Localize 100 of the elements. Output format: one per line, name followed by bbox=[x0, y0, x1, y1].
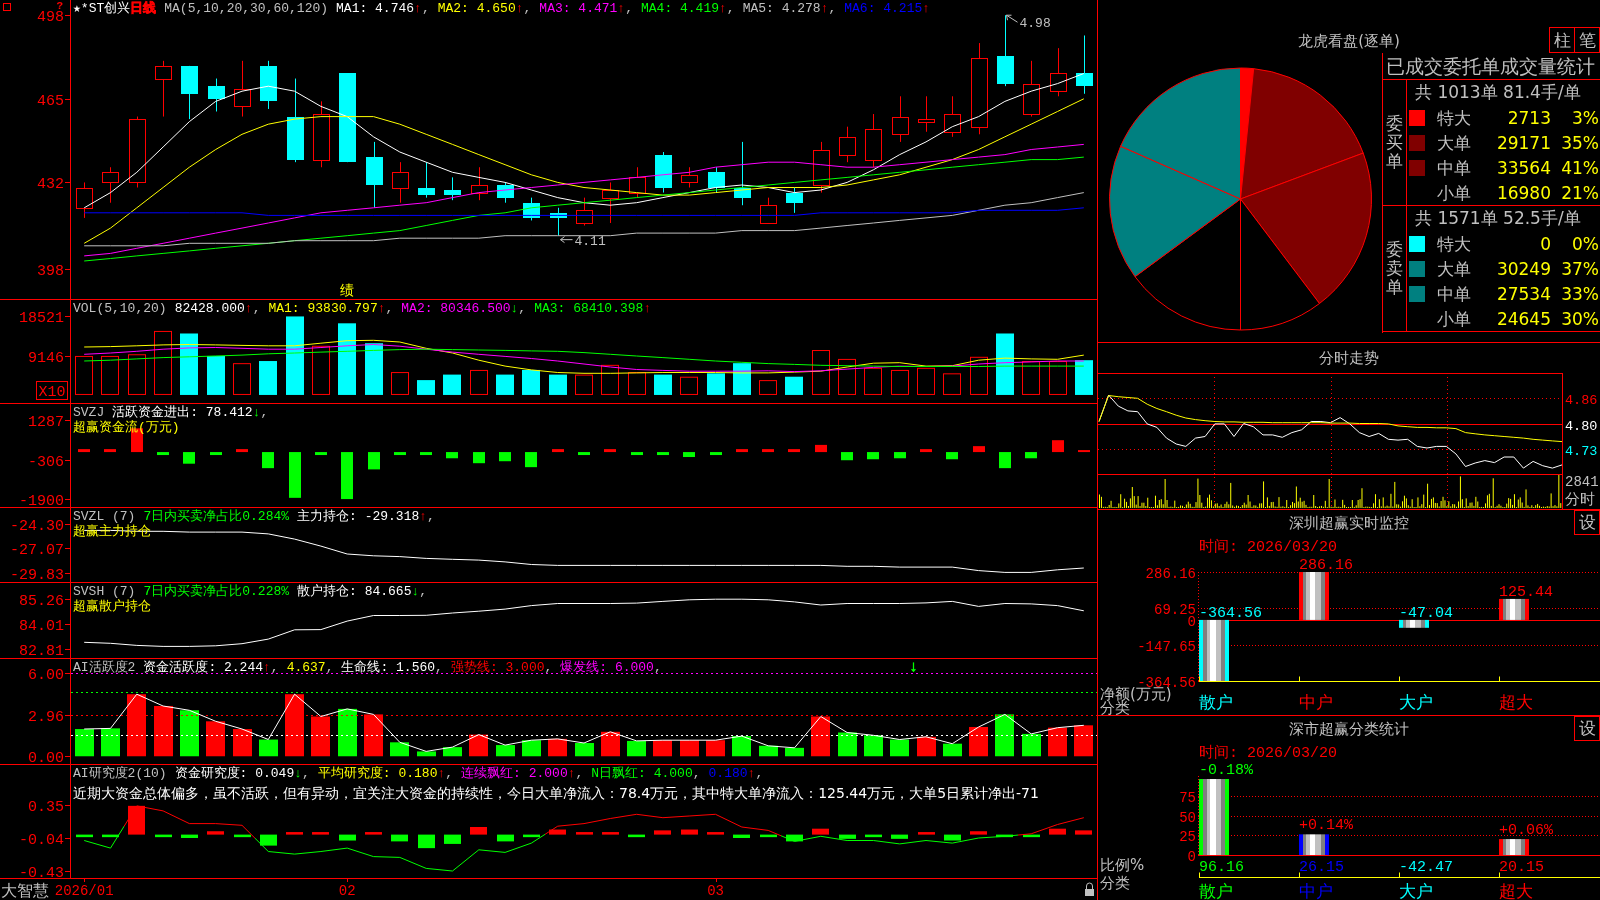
separator: , bbox=[260, 405, 269, 420]
trend-arrow: ↑ bbox=[567, 766, 576, 781]
order-size-label: 中单 bbox=[1437, 157, 1472, 178]
axis-label: -306 bbox=[28, 453, 64, 471]
indicator-title: SVSH (7) bbox=[73, 584, 136, 599]
separator: , bbox=[653, 660, 662, 675]
separator: , bbox=[828, 1, 837, 16]
trend-arrow: ↑ bbox=[244, 301, 253, 316]
indicator-value: MA3: 68410.398 bbox=[534, 301, 644, 316]
indicator-value: 4.637 bbox=[286, 660, 326, 675]
indicator-title: AI研究度2(10) bbox=[73, 766, 167, 781]
trend-arrow: ↑ bbox=[419, 509, 428, 524]
separator: , bbox=[726, 1, 735, 16]
axis-label: 6.00 bbox=[28, 666, 64, 684]
volume-value: 29171 bbox=[1495, 132, 1551, 153]
separator: , bbox=[575, 766, 584, 781]
volume-value: 24645 bbox=[1495, 308, 1551, 329]
trend-arrow: ↓ bbox=[252, 405, 261, 420]
event-marker: 绩 bbox=[340, 282, 355, 298]
indicator-value: MA5: 4.278 bbox=[742, 1, 821, 16]
indicator-value: MA2: 80346.500 bbox=[401, 301, 511, 316]
change-label: +0.14% bbox=[1299, 817, 1353, 835]
separator: , bbox=[692, 766, 701, 781]
share-value: 3% bbox=[1571, 107, 1599, 128]
share-value: 41% bbox=[1560, 157, 1599, 178]
axis-label: 432 bbox=[37, 175, 64, 193]
share-value: 30% bbox=[1560, 308, 1599, 329]
time-label: 时间: 2026/03/20 bbox=[1199, 745, 1338, 762]
order-size-label: 小单 bbox=[1437, 308, 1472, 329]
axis-label: 0 bbox=[1187, 848, 1196, 865]
trend-arrow: ↑ bbox=[617, 1, 626, 16]
date-label: 03 bbox=[707, 883, 724, 899]
axis-label: 286.16 bbox=[1145, 565, 1196, 582]
axis-label: 398 bbox=[37, 262, 64, 280]
axis-label: -27.07 bbox=[10, 541, 64, 559]
order-size-label: 大单 bbox=[1437, 258, 1472, 279]
trend-arrow: ↑ bbox=[515, 1, 524, 16]
axis-label: 0.35 bbox=[28, 798, 64, 816]
order-size-label: 大单 bbox=[1437, 132, 1472, 153]
axis-label: 82.81 bbox=[19, 642, 64, 658]
axis-label: -1900 bbox=[19, 492, 64, 507]
axis-label: -0.43 bbox=[19, 864, 64, 882]
volume-value: 33564 bbox=[1495, 157, 1551, 178]
indicator-value: N日飘红: 4.000 bbox=[591, 766, 693, 781]
indicator-value: 主力持仓: -29.318 bbox=[297, 509, 420, 524]
separator: , bbox=[518, 301, 527, 316]
separator: , bbox=[252, 301, 261, 316]
date-label: 02 bbox=[338, 883, 356, 899]
trend-arrow: ↑ bbox=[377, 301, 386, 316]
panel-title: 分时走势 bbox=[1319, 348, 1379, 368]
axis-label: 75 bbox=[1179, 789, 1196, 806]
trend-arrow: ↑ bbox=[820, 1, 829, 16]
share-value: 33% bbox=[1560, 283, 1599, 304]
change-label: -0.18% bbox=[1199, 762, 1253, 780]
category-label: 超大 bbox=[1499, 692, 1533, 712]
value-label: 125.44 bbox=[1499, 583, 1553, 601]
value-label: -364.56 bbox=[1199, 604, 1262, 622]
axis-label: 4.73 bbox=[1565, 443, 1598, 459]
order-size-label: 特大 bbox=[1437, 107, 1472, 128]
indicator-subtitle: 超赢散户持仓 bbox=[73, 599, 151, 614]
separator: , bbox=[435, 660, 443, 675]
group-summary: 共 1571单 52.5手/单 bbox=[1415, 208, 1581, 228]
separator: , bbox=[421, 1, 430, 16]
indicator-value: 生命线: 1.560 bbox=[341, 660, 436, 675]
share-value: 35% bbox=[1560, 132, 1599, 153]
indicator-value: 资金活跃度: 2.244 bbox=[143, 660, 263, 675]
order-size-label: 小单 bbox=[1437, 182, 1472, 203]
axis-label: -0.04 bbox=[19, 831, 64, 849]
indicator-title: VOL(5,10,20) bbox=[73, 301, 167, 316]
separator: , bbox=[544, 660, 553, 675]
panel-title: 深市超赢分类统计 bbox=[1289, 719, 1409, 739]
separator: , bbox=[523, 1, 532, 16]
separator: , bbox=[445, 766, 454, 781]
axis-title: 比例% bbox=[1100, 856, 1145, 874]
axis-label: 0 bbox=[1187, 613, 1196, 630]
trend-arrow: ↑ bbox=[747, 766, 756, 781]
share-value: 21% bbox=[1560, 182, 1599, 203]
indicator-title: AI活跃度2 bbox=[73, 660, 136, 675]
trend-arrow: ↓ bbox=[411, 584, 420, 599]
period-label: 日线 bbox=[130, 1, 157, 16]
indicator-value: 连续飘红: 2.000 bbox=[461, 766, 568, 781]
value-label: 20.15 bbox=[1499, 859, 1544, 876]
value-label: 26.15 bbox=[1299, 859, 1344, 876]
axis-label: 18521 bbox=[19, 309, 64, 327]
category-label: 大户 bbox=[1399, 881, 1433, 900]
price-label: 4.11 bbox=[574, 233, 606, 249]
indicator-value: MA2: 4.650 bbox=[437, 1, 516, 16]
volume-value: 30249 bbox=[1495, 258, 1551, 279]
axis-label: 0.00 bbox=[28, 749, 64, 764]
indicator-value: 活跃资金进出: 78.412 bbox=[112, 405, 253, 420]
indicator-value: MA6: 4.215 bbox=[844, 1, 923, 16]
axis-label: 2.96 bbox=[28, 708, 64, 726]
separator: , bbox=[325, 660, 334, 675]
axis-label: -24.30 bbox=[10, 517, 64, 535]
value-label: -42.47 bbox=[1399, 859, 1453, 876]
separator: , bbox=[302, 766, 310, 781]
indicator-value: 爆发线: 6.000 bbox=[560, 660, 654, 675]
order-size-label: 中单 bbox=[1437, 283, 1472, 304]
axis-label: 9146 bbox=[28, 349, 64, 367]
separator: , bbox=[427, 509, 435, 524]
